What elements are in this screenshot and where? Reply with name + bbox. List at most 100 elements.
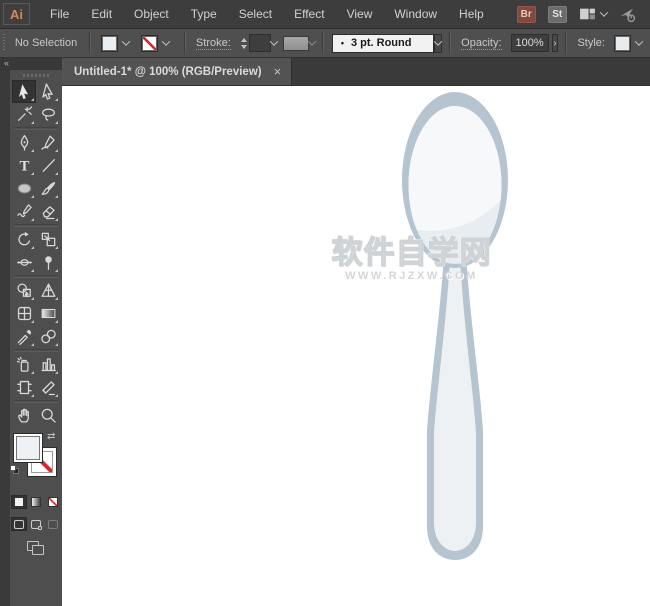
document-tab[interactable]: Untitled-1* @ 100% (RGB/Preview) × — [62, 58, 292, 85]
menu-item-edit[interactable]: Edit — [80, 0, 123, 28]
stroke-panel-link[interactable]: Stroke: — [196, 37, 231, 50]
brush-definition-dropdown[interactable]: • 3 pt. Round — [332, 34, 434, 53]
artboard-canvas[interactable]: 软件自学网 WWW.RJZXW.COM — [62, 86, 650, 606]
chevron-down-icon[interactable] — [434, 37, 442, 45]
eyedropper-tool[interactable] — [12, 325, 36, 348]
stock-button[interactable]: St — [548, 6, 567, 23]
menu-item-view[interactable]: View — [336, 0, 384, 28]
mesh-tool[interactable] — [12, 302, 36, 325]
hand-tool[interactable] — [12, 404, 36, 427]
stepper-down-icon[interactable] — [241, 45, 247, 49]
line-segment-tool[interactable] — [36, 154, 60, 177]
width-profile-preview[interactable] — [283, 36, 310, 51]
gpu-performance-icon[interactable] — [619, 6, 636, 23]
puppet-warp-tool-icon — [40, 254, 57, 271]
slice-tool[interactable] — [36, 376, 60, 399]
symbol-sprayer-tool[interactable] — [12, 353, 36, 376]
opacity-next-button[interactable]: › — [552, 34, 558, 52]
pen-tool[interactable] — [12, 131, 36, 154]
workspace-switcher-icon — [579, 6, 596, 23]
menu-item-select[interactable]: Select — [228, 0, 283, 28]
shape-builder-tool[interactable] — [12, 279, 36, 302]
menu-items: FileEditObjectTypeSelectEffectViewWindow… — [39, 0, 495, 28]
close-tab-icon[interactable]: × — [274, 65, 282, 78]
lasso-tool[interactable] — [36, 103, 60, 126]
panel-grip[interactable] — [3, 34, 5, 52]
chevron-down-icon[interactable] — [269, 37, 277, 45]
opacity-panel-link[interactable]: Opacity: — [461, 37, 501, 50]
menu-item-effect[interactable]: Effect — [283, 0, 335, 28]
gradient-tool[interactable] — [36, 302, 60, 325]
document-tab-title: Untitled-1* @ 100% (RGB/Preview) — [74, 66, 262, 78]
none-button[interactable] — [45, 495, 61, 509]
fill-stroke-controls: ⇄ — [10, 431, 62, 487]
width-tool[interactable] — [12, 251, 36, 274]
style-swatch[interactable] — [614, 35, 631, 52]
opacity-field[interactable]: 100% — [511, 34, 549, 52]
color-button[interactable] — [11, 495, 27, 509]
draw-normal-button[interactable] — [11, 517, 27, 531]
type-tool[interactable]: T — [12, 154, 36, 177]
dock-strip — [0, 58, 10, 606]
width-tool-icon — [16, 254, 33, 271]
fill-color-dropdown[interactable] — [101, 35, 133, 52]
artboard-tool[interactable] — [12, 376, 36, 399]
chevron-down-icon — [599, 8, 607, 16]
tool-group-divider — [14, 400, 58, 403]
menu-item-type[interactable]: Type — [180, 0, 228, 28]
color-mode-row — [10, 495, 62, 509]
ellipse-tool[interactable] — [12, 177, 36, 200]
direct-selection-tool[interactable] — [36, 80, 60, 103]
paintbrush-tool-icon — [40, 180, 57, 197]
column-graph-tool[interactable] — [36, 353, 60, 376]
default-fill-stroke-icon[interactable] — [10, 465, 20, 475]
scale-tool[interactable] — [36, 228, 60, 251]
stroke-weight-field[interactable] — [249, 34, 271, 52]
puppet-warp-tool[interactable] — [36, 251, 60, 274]
draw-inside-button[interactable] — [45, 517, 61, 531]
stroke-weight-stepper[interactable] — [241, 38, 247, 49]
curvature-tool[interactable] — [36, 131, 60, 154]
menu-item-window[interactable]: Window — [383, 0, 448, 28]
fill-color-swatch[interactable] — [101, 35, 118, 52]
line-segment-tool-icon — [40, 157, 57, 174]
gradient-icon — [31, 497, 41, 507]
bridge-button[interactable]: Br — [517, 6, 536, 23]
type-tool-icon: T — [16, 157, 33, 174]
artboard-tool-icon — [16, 379, 33, 396]
collapse-panel-button[interactable]: « — [0, 58, 62, 70]
shaper-tool[interactable] — [12, 200, 36, 223]
tools-grid: T — [10, 80, 62, 427]
menu-item-help[interactable]: Help — [448, 0, 495, 28]
blend-tool[interactable] — [36, 325, 60, 348]
style-dropdown[interactable] — [614, 35, 646, 52]
selection-tool[interactable] — [12, 80, 36, 103]
menu-item-object[interactable]: Object — [123, 0, 180, 28]
magic-wand-tool[interactable] — [12, 103, 36, 126]
column-graph-tool-icon — [40, 356, 57, 373]
panel-grip[interactable] — [10, 70, 62, 80]
eraser-tool[interactable] — [36, 200, 60, 223]
fill-swatch[interactable] — [13, 433, 43, 463]
spoon-artwork[interactable] — [62, 86, 650, 606]
draw-behind-icon — [31, 520, 41, 529]
paintbrush-tool[interactable] — [36, 177, 60, 200]
stroke-none-swatch[interactable] — [141, 35, 158, 52]
rotate-tool[interactable] — [12, 228, 36, 251]
change-screen-mode-button[interactable] — [27, 541, 45, 555]
tools-panel: « T ⇄ — [0, 58, 62, 606]
stepper-up-icon[interactable] — [241, 38, 247, 42]
swap-fill-stroke-icon[interactable]: ⇄ — [47, 431, 55, 442]
chevron-down-icon — [122, 37, 130, 45]
zoom-tool[interactable] — [36, 404, 60, 427]
menu-item-file[interactable]: File — [39, 0, 80, 28]
shape-builder-tool-icon — [16, 282, 33, 299]
perspective-grid-tool[interactable] — [36, 279, 60, 302]
svg-text:T: T — [19, 158, 29, 174]
eraser-tool-icon — [40, 203, 57, 220]
brush-dot-icon: • — [341, 38, 344, 48]
stroke-color-dropdown[interactable] — [141, 35, 173, 52]
gradient-button[interactable] — [28, 495, 44, 509]
draw-behind-button[interactable] — [28, 517, 44, 531]
workspace-switcher[interactable] — [579, 6, 607, 23]
